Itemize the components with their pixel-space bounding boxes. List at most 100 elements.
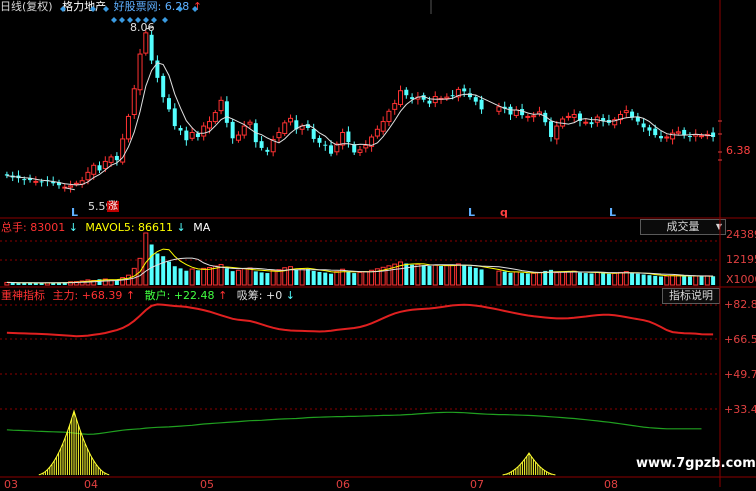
candle-body (682, 129, 687, 136)
candle-body (647, 127, 652, 131)
candle-body (711, 132, 716, 137)
candle-body (189, 132, 195, 139)
volume-bar (369, 269, 375, 286)
candle-body (68, 185, 74, 188)
volume-bar (601, 273, 606, 285)
candle-body (427, 100, 432, 104)
volume-bar (195, 270, 200, 285)
volume-bar (247, 267, 253, 286)
volume-bar (334, 271, 340, 286)
candle-body (288, 117, 294, 123)
candle-body (329, 145, 334, 154)
candle-body (398, 90, 404, 106)
candle-body (276, 132, 282, 139)
volume-bar (641, 274, 646, 285)
candle-body (73, 182, 79, 185)
volume-bar (352, 273, 357, 285)
candle-body (554, 125, 560, 140)
volume-bar (161, 256, 166, 285)
candle-body (108, 156, 114, 163)
volume-bar (143, 232, 149, 286)
volume-bar (125, 274, 131, 286)
volume-bar (259, 272, 264, 285)
candle-body (659, 136, 664, 139)
candle-body (496, 106, 502, 112)
candle-body (131, 88, 137, 115)
volume-bar (305, 269, 310, 285)
candle-body (317, 137, 322, 143)
candle-body (699, 135, 705, 138)
volume-bar (670, 275, 676, 286)
candle-body (102, 160, 108, 170)
candle-body (166, 98, 171, 110)
candle-body (201, 125, 207, 137)
candle-body (589, 122, 594, 125)
signal-diamond (135, 17, 141, 23)
volume-bar (224, 268, 229, 285)
candle-body (218, 99, 224, 112)
volume-bar (455, 263, 461, 286)
volume-bar (206, 267, 212, 286)
candle-body (664, 136, 670, 139)
volume-bar (479, 269, 484, 285)
price-ma-line (6, 62, 714, 186)
candle-body (508, 106, 513, 115)
volume-bar (571, 270, 577, 286)
volume-bar (166, 261, 171, 285)
candle-body (675, 131, 681, 134)
candle-body (479, 99, 484, 110)
candle-body (473, 97, 478, 102)
volume-bar (235, 269, 241, 286)
volume-bar (554, 272, 560, 286)
candle-body (525, 115, 531, 118)
volume-bar (363, 271, 369, 286)
candle-body (520, 109, 525, 116)
volume-bar (693, 275, 699, 286)
signal-diamond (90, 6, 96, 12)
volume-bar (520, 273, 525, 285)
volume-bar (178, 268, 183, 285)
volume-bar (565, 271, 571, 286)
volume-bar (432, 264, 438, 286)
low-pointer (64, 187, 75, 191)
volume-bar (589, 273, 594, 285)
volume-bar (241, 268, 247, 286)
candle-body (380, 121, 386, 132)
volume-bar (265, 273, 270, 285)
candle-body (623, 110, 629, 114)
candle-body (161, 75, 166, 98)
candle-body (85, 171, 91, 181)
main-force-line (6, 303, 714, 338)
volume-bar (299, 268, 305, 286)
volume-bar (462, 264, 467, 285)
volume-bar (346, 271, 351, 285)
volume-bar (415, 263, 421, 286)
high-pointer (145, 26, 154, 30)
volume-bar (704, 275, 710, 286)
candle-body (346, 131, 351, 143)
candle-body (462, 88, 467, 92)
candle-body (374, 128, 380, 137)
volume-bar (317, 271, 322, 285)
volume-bar (502, 271, 507, 285)
volume-bar (444, 265, 450, 286)
volume-bar (623, 271, 629, 286)
candle-body (363, 144, 369, 149)
candle-body (571, 114, 577, 118)
volume-bar (357, 271, 363, 286)
volume-bar (560, 271, 566, 286)
volume-bar (630, 273, 635, 285)
candle-body (259, 141, 264, 148)
candle-body (149, 34, 154, 61)
volume-bar (577, 272, 582, 285)
candle-body (450, 95, 455, 97)
candle-body (340, 132, 346, 146)
candle-body (687, 136, 692, 138)
candle-body (311, 128, 316, 139)
volume-bar (635, 273, 640, 285)
candle-body (143, 32, 149, 54)
volume-bar (230, 271, 235, 285)
volume-bar (583, 273, 588, 285)
volume-bar (189, 268, 195, 286)
volume-bar (439, 266, 444, 285)
